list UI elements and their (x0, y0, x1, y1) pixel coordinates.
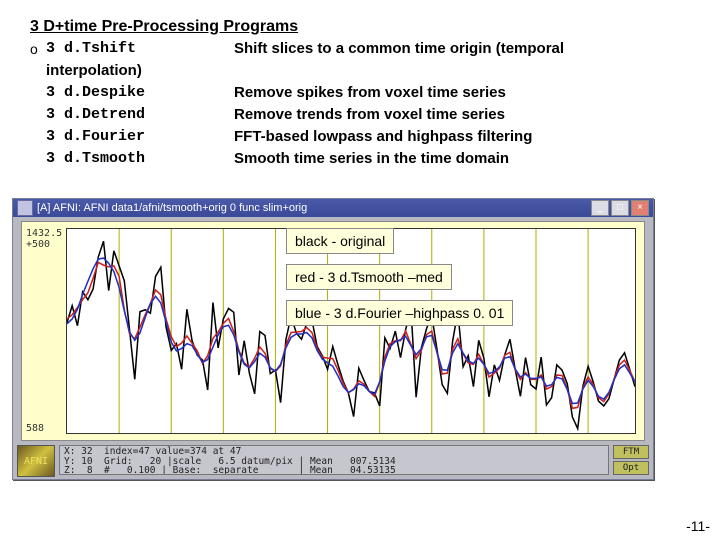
status-text: X: 32 index=47 value=374 at 47 Y: 10 Gri… (59, 445, 609, 475)
legend-black: black - original (286, 228, 394, 254)
legend-red: red - 3 d.Tsmooth –med (286, 264, 452, 290)
window-titlebar[interactable]: [A] AFNI: AFNI data1/afni/tsmooth+orig 0… (13, 199, 653, 217)
program-desc-cont: interpolation) (46, 60, 690, 82)
timeseries-chart (67, 229, 635, 433)
bullet (30, 126, 46, 148)
bullet (30, 82, 46, 104)
program-row: 3 d.Despike Remove spikes from voxel tim… (30, 82, 690, 104)
program-desc: FFT-based lowpass and highpass filtering (234, 126, 690, 148)
program-desc: Shift slices to a common time origin (te… (234, 38, 690, 60)
program-desc: Remove trends from voxel time series (234, 104, 690, 126)
ftm-button[interactable]: FTM (613, 445, 649, 459)
plot-panel: 1432.5 +500 588 (21, 221, 645, 441)
program-desc: Remove spikes from voxel time series (234, 82, 690, 104)
program-name: 3 d.Tsmooth (46, 148, 234, 170)
section-heading: 3 D+time Pre-Processing Programs (30, 16, 690, 38)
program-name: 3 d.Fourier (46, 126, 234, 148)
plot-canvas (66, 228, 636, 434)
bullet: o (30, 38, 46, 60)
program-row: o 3 d.Tshift Shift slices to a common ti… (30, 38, 690, 60)
minimize-button[interactable]: _ (591, 200, 609, 216)
maximize-button[interactable]: □ (611, 200, 629, 216)
program-list-section: 3 D+time Pre-Processing Programs o 3 d.T… (30, 16, 690, 170)
program-name: 3 d.Detrend (46, 104, 234, 126)
yaxis-top-label: 1432.5 +500 (26, 228, 62, 250)
app-icon (17, 200, 33, 216)
legend-blue: blue - 3 d.Fourier –highpass 0. 01 (286, 300, 513, 326)
window-title: [A] AFNI: AFNI data1/afni/tsmooth+orig 0… (37, 202, 587, 214)
program-desc: Smooth time series in the time domain (234, 148, 690, 170)
close-button[interactable]: × (631, 200, 649, 216)
page-number: -11- (686, 518, 710, 534)
program-name: 3 d.Despike (46, 82, 234, 104)
program-name: 3 d.Tshift (46, 38, 234, 60)
bullet (30, 148, 46, 170)
program-row: 3 d.Detrend Remove trends from voxel tim… (30, 104, 690, 126)
yaxis-bottom-label: 588 (26, 423, 44, 434)
bullet (30, 104, 46, 126)
program-row: 3 d.Tsmooth Smooth time series in the ti… (30, 148, 690, 170)
status-bar: AFNI X: 32 index=47 value=374 at 47 Y: 1… (17, 445, 649, 475)
afni-logo-swatch: AFNI (17, 445, 55, 477)
opt-button[interactable]: Opt (613, 461, 649, 475)
program-row: 3 d.Fourier FFT-based lowpass and highpa… (30, 126, 690, 148)
